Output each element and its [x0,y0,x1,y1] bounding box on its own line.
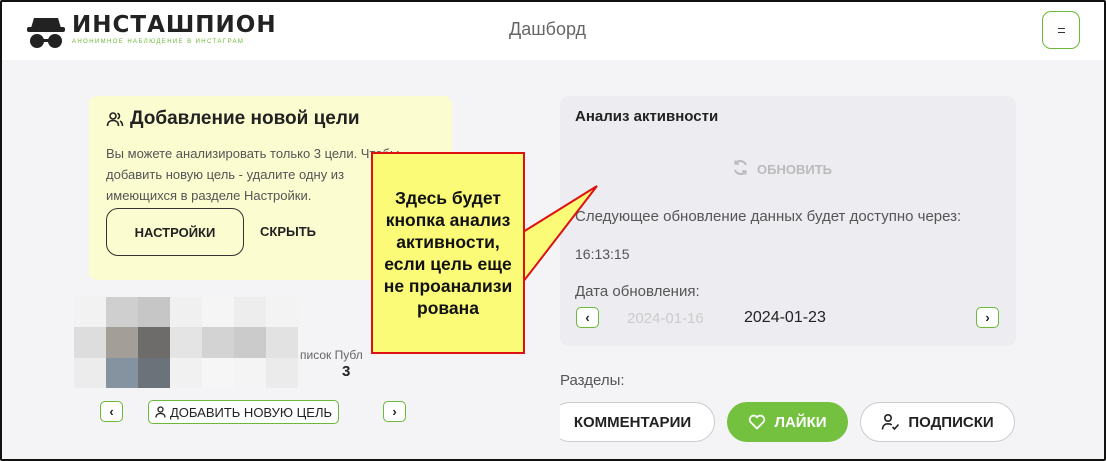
tab-comments[interactable]: КОММЕНТАРИИ [560,402,715,442]
next-date-button[interactable]: › [976,307,999,328]
logo-subtitle: АНОНИМНОЕ НАБЛЮДЕНИЕ В ИНСТАГРАМ [72,39,245,45]
user-icon [155,406,166,418]
update-timer: 16:13:15 [575,246,630,262]
add-target-title: Добавление новой цели [106,108,360,130]
next-target-button[interactable]: › [383,401,406,422]
add-target-button[interactable]: ДОБАВИТЬ НОВУЮ ЦЕЛЬ [148,400,340,424]
tab-likes[interactable]: ЛАЙКИ [727,402,848,442]
prev-target-button[interactable]: ‹ [100,401,123,422]
logo[interactable]: ИНСТАШПИОН АНОНИМНОЕ НАБЛЮДЕНИЕ В ИНСТАГ… [26,12,277,50]
prev-date-button[interactable]: ‹ [576,307,599,328]
user-check-icon [881,413,900,431]
page-title: Дашборд [509,19,587,39]
activity-title: Анализ активности [575,108,719,125]
app-window: ИНСТАШПИОН АНОНИМНОЕ НАБЛЮДЕНИЕ В ИНСТАГ… [0,0,1106,461]
activity-card: Анализ активности ОБНОВИТЬ Следующее обн… [560,96,1016,346]
hide-button[interactable]: СКРЫТЬ [260,224,316,239]
users-icon [106,110,124,128]
previous-date[interactable]: 2024-01-16 [627,310,704,327]
refresh-icon [732,159,749,179]
hamburger-icon [1057,27,1065,33]
logo-title: ИНСТАШПИОН [72,12,277,38]
profile-stat-value: 3 [342,363,351,380]
chevron-right-icon: › [985,310,990,325]
sections-tabs: КОММЕНТАРИИ ЛАЙКИ ПОДПИСКИ [560,402,1016,444]
current-date[interactable]: 2024-01-23 [744,309,826,327]
refresh-button[interactable]: ОБНОВИТЬ [732,159,832,179]
settings-button[interactable]: НАСТРОЙКИ [106,208,244,256]
chevron-left-icon: ‹ [109,404,114,419]
pixelated-profile-image [74,297,298,388]
add-target-text: Вы можете анализировать только 3 цели. Ч… [106,146,400,203]
menu-button[interactable] [1042,11,1080,49]
header: ИНСТАШПИОН АНОНИМНОЕ НАБЛЮДЕНИЕ В ИНСТАГ… [2,2,1104,60]
sections-label: Разделы: [560,372,625,389]
callout-annotation: Здесь будет кнопка анализ активности, ес… [371,152,525,354]
chevron-right-icon: › [392,404,397,419]
next-update-text: Следующее обновление данных будет доступ… [575,208,962,225]
tab-subscriptions[interactable]: ПОДПИСКИ [860,402,1015,442]
update-date-label: Дата обновления: [575,283,700,300]
profile-stat-labels: писок Публ [300,348,363,362]
chevron-left-icon: ‹ [585,310,590,325]
heart-icon [748,414,766,430]
spy-logo-icon [26,12,66,50]
